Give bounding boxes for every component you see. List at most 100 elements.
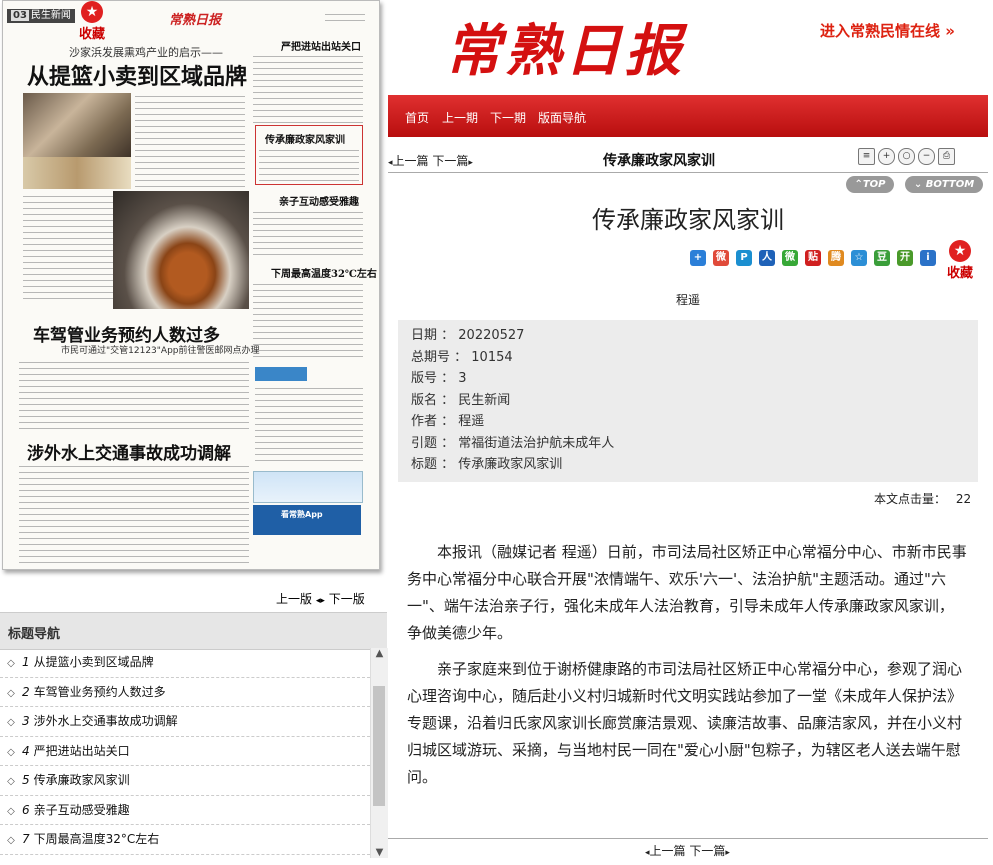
- market-photo: [23, 93, 131, 157]
- meta-value: 民生新闻: [458, 392, 511, 408]
- diamond-icon: ◇: [7, 805, 15, 817]
- meta-value: 程遥: [458, 414, 485, 429]
- scroll-up-icon[interactable]: ▲: [371, 648, 388, 659]
- meta-sep: ：: [437, 457, 459, 472]
- prev-article-link[interactable]: 上一篇: [393, 154, 429, 168]
- next-arrow-icon[interactable]: ▸: [320, 596, 325, 606]
- app-ad: 看常熟App: [253, 505, 361, 535]
- to-bottom-button[interactable]: ⌄ BOTTOM: [905, 176, 983, 193]
- zoom-out-icon[interactable]: −: [918, 148, 935, 165]
- title-nav-num: 4: [22, 743, 30, 758]
- headline-2-sub: 市民可通过"交管12123"App前往警医邮网点办理: [61, 346, 260, 356]
- article-meta-box: 日期 ： 20220527 总期号 ： 10154 版号 ： 3 版名 ： 民生新闻作…: [398, 320, 978, 482]
- meta-value: 3: [458, 371, 467, 386]
- meta-row: 总期号 ： 10154: [398, 346, 978, 368]
- title-nav-item[interactable]: ◇ 7 下周最高温度32°C左右: [0, 825, 370, 855]
- title-nav-item[interactable]: ◇ 4 严把进站出站关口: [0, 737, 370, 766]
- menu-home[interactable]: 首页: [405, 109, 429, 126]
- prev-page-link[interactable]: 上一版: [276, 592, 312, 606]
- meta-sep: ：: [450, 349, 472, 365]
- list-icon[interactable]: ≡: [858, 148, 875, 165]
- col-head-1[interactable]: 严把进站出站关口: [281, 38, 361, 53]
- share-weibo-icon[interactable]: 微: [713, 250, 729, 266]
- diamond-icon: ◇: [7, 776, 15, 787]
- bottom-divider: [388, 838, 988, 839]
- zoom-reset-icon[interactable]: ○: [898, 148, 915, 165]
- title-nav-item[interactable]: ◇ 3 涉外水上交通事故成功调解: [0, 707, 370, 737]
- share-tqq-icon[interactable]: 腾: [828, 250, 844, 266]
- article-toolbar: ◂上一篇 下一篇▸ 传承廉政家风家训 ≡ + ○ − ⎙: [388, 146, 988, 173]
- scroll-down-icon[interactable]: ▼: [371, 847, 388, 858]
- meta-key: 作者: [411, 414, 438, 429]
- next-page-link[interactable]: 下一版: [329, 592, 365, 606]
- text-block: [253, 281, 363, 361]
- zoom-in-icon[interactable]: +: [878, 148, 895, 165]
- title-nav-item[interactable]: ◇ 5 传承廉政家风家训: [0, 766, 370, 796]
- newspaper-page-thumbnail[interactable]: 03 民生新闻 ★ 收藏 常熟日报 沙家浜发展熏鸡产业的启示—— 从提篮小卖到区域…: [2, 0, 380, 570]
- meta-key: 日期: [411, 328, 438, 343]
- col-head-4[interactable]: 下周最高温度32℃左右: [271, 265, 377, 280]
- title-nav-num: 7: [22, 832, 30, 846]
- article-author: 程遥: [675, 293, 700, 307]
- meta-key: 版名: [411, 392, 438, 408]
- site-logo[interactable]: 常熟日报: [445, 6, 685, 87]
- hit-count-value: 22: [955, 492, 972, 506]
- print-icon[interactable]: ⎙: [938, 148, 955, 165]
- diamond-icon: ◇: [7, 687, 15, 699]
- text-block: [135, 93, 245, 193]
- share-star-icon[interactable]: ☆: [851, 250, 867, 266]
- next-article-link-bottom[interactable]: 下一篇: [689, 844, 725, 858]
- title-nav-label: 下周最高温度32°C左右: [33, 832, 160, 846]
- diamond-icon: ◇: [7, 717, 15, 728]
- share-add-icon[interactable]: +: [690, 250, 706, 266]
- text-block: [259, 147, 359, 181]
- col-head-2[interactable]: 传承廉政家风家训: [265, 131, 345, 146]
- menu-prev-issue[interactable]: 上一期: [442, 109, 478, 126]
- title-nav-item[interactable]: ◇ 1 从提篮小卖到区域品牌: [0, 648, 370, 678]
- kicker: 沙家浜发展熏鸡产业的启示——: [69, 46, 223, 59]
- scrollbar-thumb[interactable]: [373, 686, 385, 806]
- prev-article-link-bottom[interactable]: 上一篇: [650, 844, 686, 858]
- text-block: [255, 385, 363, 465]
- to-top-button[interactable]: ⌃TOP: [846, 176, 894, 193]
- title-nav-item[interactable]: ◇ 2 车驾管业务预约人数过多: [0, 678, 370, 707]
- hit-count-label: 本文点击量：: [874, 492, 947, 506]
- share-qzone-icon[interactable]: P: [736, 250, 752, 266]
- headline-3[interactable]: 涉外水上交通事故成功调解: [27, 439, 231, 464]
- meta-key: 标题: [411, 457, 438, 472]
- diamond-icon: ◇: [7, 746, 15, 758]
- meta-value: 20220527: [458, 328, 525, 343]
- col-head-3[interactable]: 亲子互动感受雅趣: [279, 193, 359, 208]
- enter-minqing-link[interactable]: 进入常熟民情在线 »: [820, 20, 955, 41]
- right-arrow-icon: ▸: [468, 158, 473, 168]
- title-nav-header: 标题导航: [0, 612, 387, 650]
- share-renren-icon[interactable]: 人: [759, 250, 775, 266]
- menu-layout-nav[interactable]: 版面导航: [538, 109, 586, 126]
- share-kaixin-icon[interactable]: 开: [897, 250, 913, 266]
- meta-row: 作者 ： 程遥: [398, 410, 978, 432]
- next-article-link[interactable]: 下一篇: [432, 154, 468, 168]
- scrollbar[interactable]: ▲ ▼: [370, 648, 388, 858]
- meta-value: 传承廉政家风家训: [458, 457, 563, 472]
- article-favorite-button[interactable]: ★ 收藏: [945, 240, 975, 281]
- share-wechat-icon[interactable]: 微: [782, 250, 798, 266]
- meta-sep: ：: [437, 435, 459, 451]
- share-more-icon[interactable]: i: [920, 250, 936, 266]
- title-nav-label: 严把进站出站关口: [33, 743, 130, 758]
- meta-sep: ：: [437, 392, 459, 408]
- headline-1[interactable]: 从提篮小卖到区域品牌: [27, 59, 247, 91]
- title-nav-heading: 标题导航: [8, 627, 61, 642]
- title-nav-label: 涉外水上交通事故成功调解: [33, 714, 178, 728]
- share-douban-icon[interactable]: 豆: [874, 250, 890, 266]
- title-nav-item[interactable]: ◇ 6 亲子互动感受雅趣: [0, 796, 370, 825]
- up-chevron-icon: ⌃: [854, 179, 863, 190]
- down-chevron-icon: ⌄: [913, 179, 923, 190]
- title-nav-num: 5: [22, 773, 30, 787]
- share-tieba-icon[interactable]: 贴: [805, 250, 821, 266]
- meta-sep: ：: [437, 414, 459, 429]
- article-nav-bottom: ◂上一篇 下一篇▸: [645, 842, 730, 859]
- diamond-icon: ◇: [7, 658, 15, 669]
- menu-next-issue[interactable]: 下一期: [490, 109, 526, 126]
- title-nav-label: 传承廉政家风家训: [33, 773, 130, 787]
- favorite-button[interactable]: ★ 收藏: [77, 1, 107, 42]
